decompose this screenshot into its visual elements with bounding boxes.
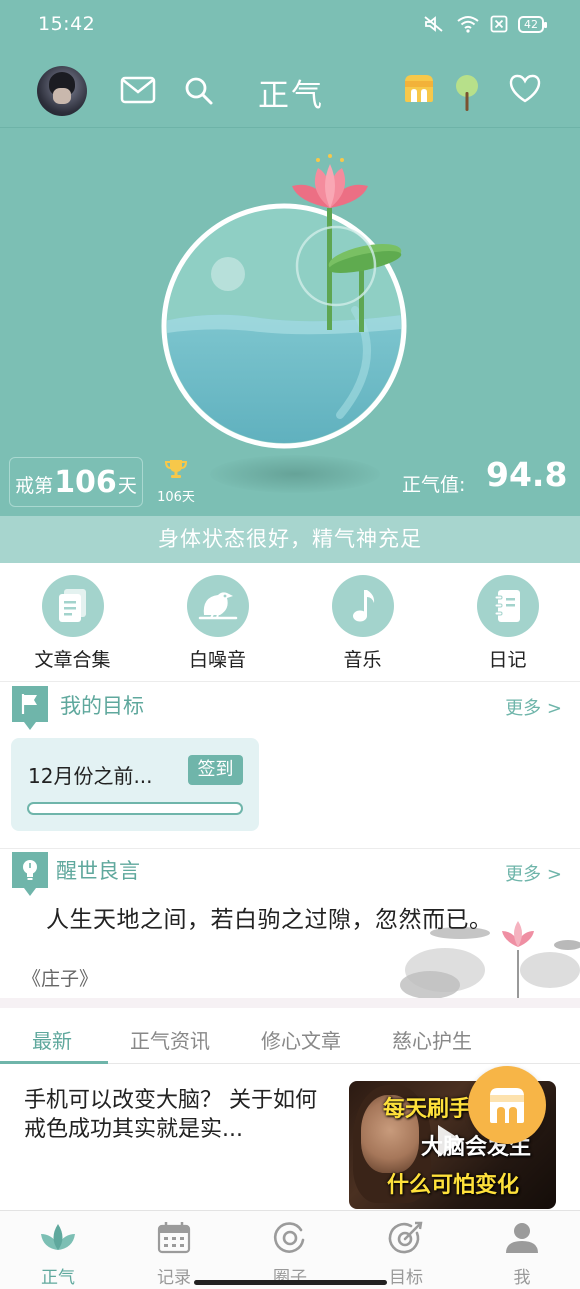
nav-record[interactable]: 记录 [116,1211,232,1289]
zhengqi-label: 正气值: [402,474,466,496]
page-title: 正气 [258,78,324,114]
no-sim-icon [490,15,508,33]
circle-icon [273,1222,305,1253]
thumb-caption: 什么可怕变化 [387,1173,520,1198]
streak-days: 106 [54,465,117,500]
divider [0,681,580,682]
goal-text: 12月份之前... [28,764,153,788]
streak-counter[interactable]: 戒第 106 天 [9,457,143,507]
quote-text[interactable]: 人生天地之间，若白驹之过隙，忽然而已。 [46,900,493,934]
hero-divider [0,127,580,128]
article-tabs: 最新 正气资讯 修心文章 慈心护生 [0,1008,580,1064]
status-bar: 15:42 42 [0,0,580,50]
music-note-icon [332,575,394,637]
feature-diary[interactable]: 日记 [435,563,580,681]
tab-news[interactable]: 正气资讯 [130,1025,210,1054]
feature-row: 文章合集 白噪音 音乐 日记 [0,563,580,681]
nav-circle[interactable]: 圈子 [232,1211,348,1289]
divider [0,848,580,849]
lotus-icon [41,1224,75,1250]
bottom-nav: 正气 记录 圈子 目标 我 [0,1210,580,1289]
checkin-button[interactable]: 签到 [188,755,243,785]
shop-icon[interactable] [402,72,436,104]
document-icon [42,575,104,637]
shop-icon [490,1088,524,1123]
goal-card[interactable]: 12月份之前... 签到 [11,738,259,831]
quote-section-title: 醒世良言 [56,859,140,883]
section-separator [0,998,580,1008]
calendar-icon [157,1222,191,1254]
trophy-icon [164,460,188,478]
trophy-days: 106天 [157,490,195,505]
lotus-bowl-illustration[interactable] [150,150,420,460]
avatar[interactable] [37,66,87,116]
goal-section-icon [12,686,48,730]
feature-music[interactable]: 音乐 [290,563,435,681]
streak-prefix: 戒第 [15,475,54,497]
quote-author: 《庄子》 [22,968,99,990]
tab-articles[interactable]: 修心文章 [261,1025,341,1054]
battery-indicator: 42 [518,15,547,33]
person-icon [506,1223,538,1253]
status-message: 身体状态很好，精气神充足 [0,516,580,563]
nav-zhengqi[interactable]: 正气 [0,1211,116,1289]
feature-white-noise[interactable]: 白噪音 [145,563,290,681]
tree-icon[interactable] [454,74,480,112]
status-icons: 42 [422,14,547,34]
mute-icon [424,16,443,32]
goal-more-link[interactable]: 更多 > [505,694,562,720]
feature-label: 音乐 [343,649,382,671]
heart-icon[interactable] [508,74,542,104]
nav-me[interactable]: 我 [464,1211,580,1289]
tab-compassion[interactable]: 慈心护生 [392,1025,472,1054]
bowl-shadow [210,455,380,493]
trophy-badge[interactable]: 106天 [154,458,198,505]
tab-latest[interactable]: 最新 [32,1025,72,1054]
nav-label: 正气 [41,1268,75,1288]
feature-label: 日记 [488,649,527,671]
hero-panel: 15:42 42 正气 戒第 106 天 106天 正气值: 94.8 [0,0,580,516]
feature-articles[interactable]: 文章合集 [0,563,145,681]
shop-fab[interactable] [468,1066,546,1144]
streak-suffix: 天 [117,475,137,497]
play-icon [438,1125,463,1157]
flag-icon [21,694,37,714]
lightbulb-icon [23,860,37,880]
feature-label: 文章合集 [34,649,111,671]
status-time: 15:42 [38,13,96,35]
home-indicator[interactable] [194,1280,387,1285]
search-icon[interactable] [184,76,214,106]
quote-more-link[interactable]: 更多 > [505,860,562,886]
article-title[interactable]: 手机可以改变大脑？ 关于如何戒色成功其实就是实... [24,1086,334,1144]
top-bar: 正气 [0,56,580,126]
nav-target[interactable]: 目标 [348,1211,464,1289]
bird-icon [187,575,249,637]
goal-section-title: 我的目标 [60,694,144,718]
active-tab-indicator [0,1061,108,1064]
target-icon [388,1221,423,1254]
nav-label: 我 [513,1268,531,1288]
feature-label: 白噪音 [188,649,246,671]
quote-section-icon [12,852,48,896]
zhengqi-value: 94.8 [486,455,568,494]
wifi-icon [457,16,479,33]
mail-icon[interactable] [120,76,156,104]
notebook-icon [477,575,539,637]
goal-progress-bar [27,802,243,815]
